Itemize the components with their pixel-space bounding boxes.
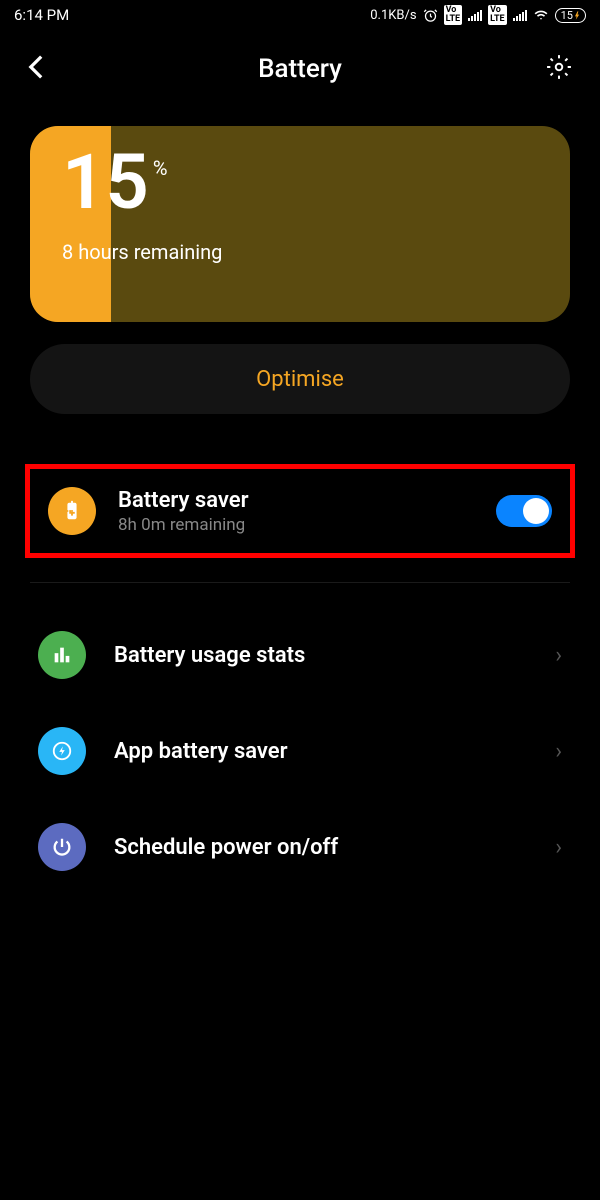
chevron-right-icon: ›	[555, 643, 562, 668]
battery-saver-title: Battery saver	[118, 488, 474, 513]
battery-saver-row[interactable]: Battery saver 8h 0m remaining	[42, 487, 558, 535]
gear-icon	[546, 54, 572, 80]
back-button[interactable]	[28, 54, 58, 84]
battery-level-card: 15% 8 hours remaining	[30, 126, 570, 322]
volte-icon-1: VoLTE	[444, 5, 463, 25]
optimise-label: Optimise	[256, 367, 344, 392]
alarm-icon	[423, 8, 438, 23]
battery-saver-subtitle: 8h 0m remaining	[118, 515, 474, 535]
stats-icon	[38, 631, 86, 679]
battery-saver-toggle[interactable]	[496, 495, 552, 527]
battery-saver-text: Battery saver 8h 0m remaining	[118, 488, 474, 535]
divider	[30, 582, 570, 583]
schedule-label: Schedule power on/off	[114, 835, 527, 860]
status-battery-icon: 15	[555, 8, 586, 23]
chevron-left-icon	[28, 54, 44, 80]
schedule-power-row[interactable]: Schedule power on/off ›	[30, 799, 570, 895]
chevron-right-icon: ›	[555, 739, 562, 764]
status-data-rate: 0.1KB/s	[370, 8, 416, 23]
battery-usage-stats-row[interactable]: Battery usage stats ›	[30, 607, 570, 703]
battery-remaining: 8 hours remaining	[62, 240, 538, 264]
stats-label: Battery usage stats	[114, 643, 527, 668]
volte-icon-2: VoLTE	[488, 5, 507, 25]
battery-percentage: 15	[62, 144, 149, 220]
optimise-button[interactable]: Optimise	[30, 344, 570, 414]
header: Battery	[0, 30, 600, 116]
power-icon	[38, 823, 86, 871]
battery-saver-highlight: Battery saver 8h 0m remaining	[25, 464, 575, 558]
status-time: 6:14 PM	[14, 6, 69, 24]
status-bar: 6:14 PM 0.1KB/s VoLTE VoLTE 15	[0, 0, 600, 30]
page-title: Battery	[258, 54, 342, 84]
percent-symbol: %	[153, 156, 168, 180]
settings-button[interactable]	[542, 54, 572, 84]
signal-icon-2	[513, 9, 527, 21]
wifi-icon	[533, 8, 549, 22]
app-saver-label: App battery saver	[114, 739, 527, 764]
battery-saver-icon	[48, 487, 96, 535]
settings-list: Battery usage stats › App battery saver …	[30, 607, 570, 895]
app-saver-icon	[38, 727, 86, 775]
status-right: 0.1KB/s VoLTE VoLTE 15	[370, 5, 586, 25]
toggle-knob	[523, 498, 549, 524]
app-battery-saver-row[interactable]: App battery saver ›	[30, 703, 570, 799]
chevron-right-icon: ›	[555, 835, 562, 860]
signal-icon-1	[468, 9, 482, 21]
